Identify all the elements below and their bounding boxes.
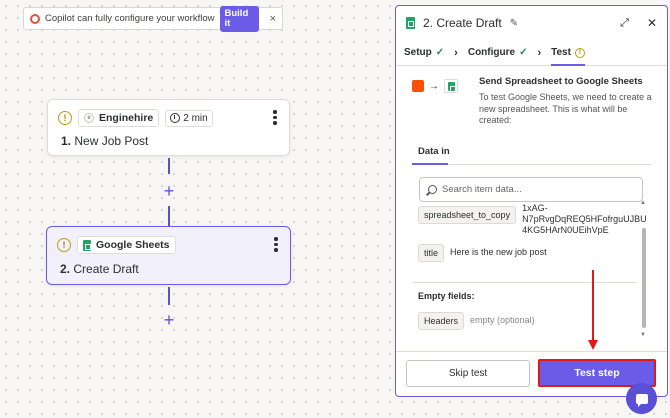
close-icon[interactable]: ✕ <box>647 16 657 30</box>
google-sheets-icon <box>444 79 458 93</box>
step-number: 1. <box>61 134 72 148</box>
more-options-icon[interactable] <box>274 237 278 252</box>
field-key: spreadsheet_to_copy <box>418 206 517 224</box>
clock-icon <box>170 113 181 123</box>
close-icon[interactable]: × <box>270 13 276 25</box>
check-icon: ✓ <box>435 47 445 58</box>
edit-pencil-icon[interactable]: ✎ <box>510 18 518 29</box>
annotation-arrow <box>592 270 594 342</box>
field-value: 1xAG- N7pRvgDqREQ5HFofrguUJBU 4KG5HArN0U… <box>522 204 647 236</box>
data-field: Headers empty (optional) <box>418 312 535 330</box>
copilot-icon <box>30 13 40 24</box>
empty-fields-label: Empty fields: <box>418 291 475 301</box>
scroll-down-icon[interactable]: ▼ <box>640 332 646 338</box>
step-detail-panel: 2. Create Draft ✎ ⤢ ✕ Setup ✓ › Configur… <box>395 5 668 397</box>
field-key: title <box>418 244 445 262</box>
skip-test-button[interactable]: Skip test <box>406 360 530 387</box>
divider <box>396 351 667 352</box>
step-tabs: Setup ✓ › Configure ✓ › Test ! <box>396 40 667 66</box>
data-field: title Here is the new job post <box>418 244 547 262</box>
copilot-banner: Copilot can fully configure your workflo… <box>23 5 283 32</box>
duration-text: 2 min <box>183 112 208 124</box>
search-box[interactable] <box>419 177 643 202</box>
scroll-up-icon[interactable]: ▲ <box>640 200 646 206</box>
warning-icon: ! <box>57 238 71 252</box>
copilot-message: Copilot can fully configure your workflo… <box>45 13 215 24</box>
connector-line <box>168 158 170 174</box>
data-list: spreadsheet_to_copy 1xAG- N7pRvgDqREQ5HF… <box>412 204 650 344</box>
data-field: spreadsheet_to_copy 1xAG- N7pRvgDqREQ5HF… <box>418 204 647 236</box>
app-chip-google-sheets: Google Sheets <box>77 236 176 254</box>
search-input[interactable] <box>442 184 632 195</box>
field-value-line: 1xAG- <box>522 204 548 213</box>
duration-badge: 2 min <box>165 109 213 127</box>
panel-title: 2. Create Draft <box>423 16 502 30</box>
chat-button[interactable] <box>626 383 657 414</box>
build-it-button[interactable]: Build it <box>219 5 259 32</box>
enginehire-logo-icon: e <box>84 113 94 123</box>
tab-label: Configure <box>467 47 516 58</box>
step-title: 2. Create Draft <box>60 262 139 276</box>
tab-test[interactable]: Test ! <box>551 40 585 66</box>
tab-label: Setup <box>404 47 432 58</box>
expand-icon[interactable]: ⤢ <box>620 17 629 30</box>
send-title: Send Spreadsheet to Google Sheets <box>479 76 643 87</box>
warning-icon: ! <box>58 111 72 125</box>
warning-icon: ! <box>574 47 585 58</box>
zapier-icon <box>412 80 424 92</box>
step-number: 2. <box>60 262 71 276</box>
step-title-text: New Job Post <box>74 134 149 148</box>
app-chip-enginehire: e Enginehire <box>78 109 160 127</box>
check-icon: ✓ <box>519 47 528 58</box>
send-description: To test Google Sheets, we need to create… <box>479 92 652 125</box>
google-sheets-icon <box>406 17 415 29</box>
field-key: Headers <box>418 312 465 330</box>
step-card-new-job-post[interactable]: ! e Enginehire 2 min 1. New Job Post <box>47 99 290 156</box>
active-tab-indicator <box>412 163 448 165</box>
field-value-line: N7pRvgDqREQ5HFofrguUJBU <box>522 214 647 224</box>
tab-setup[interactable]: Setup ✓ <box>404 40 444 65</box>
scrollbar-thumb[interactable] <box>642 228 646 328</box>
search-icon <box>428 185 437 194</box>
google-sheets-icon <box>83 239 91 251</box>
field-value: empty (optional) <box>470 315 535 325</box>
chevron-right-icon: › <box>537 46 542 59</box>
field-value: Here is the new job post <box>450 247 547 257</box>
app-name: Google Sheets <box>96 239 170 251</box>
add-step-icon[interactable]: + <box>161 311 177 329</box>
panel-header: 2. Create Draft ✎ ⤢ ✕ <box>396 6 667 40</box>
divider <box>412 164 652 165</box>
field-value-line: 4KG5HArN0UEihVpE <box>522 225 609 235</box>
add-step-icon[interactable]: + <box>161 182 177 200</box>
step-card-create-draft[interactable]: ! Google Sheets 2. Create Draft <box>46 226 291 285</box>
tab-configure[interactable]: Configure ✓ <box>468 40 528 65</box>
connector-line <box>168 287 170 305</box>
tab-label: Test <box>551 47 571 58</box>
step-title: 1. New Job Post <box>61 134 148 148</box>
arrow-right-icon: → <box>429 80 439 92</box>
step-title-text: Create Draft <box>73 262 139 276</box>
chat-icon <box>635 393 648 407</box>
app-name: Enginehire <box>99 112 154 124</box>
connector-line <box>168 206 170 226</box>
more-options-icon[interactable] <box>273 110 277 125</box>
flow-icons: → <box>412 79 458 93</box>
tab-data-in[interactable]: Data in <box>418 146 450 157</box>
divider <box>412 282 637 283</box>
chevron-right-icon: › <box>454 46 458 59</box>
annotation-arrow-head <box>588 340 598 350</box>
